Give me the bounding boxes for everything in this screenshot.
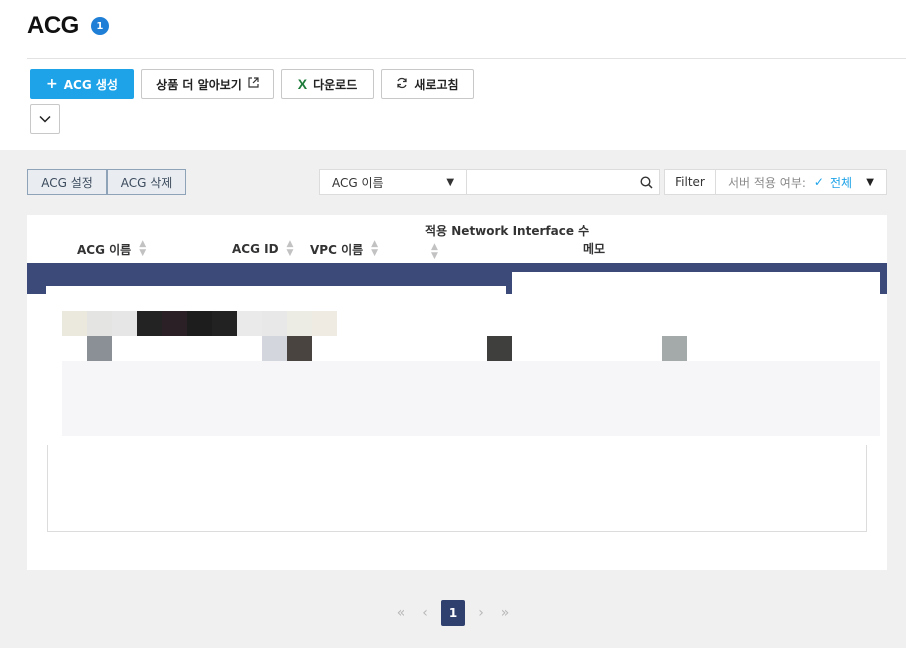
- column-header-nic-count[interactable]: 적용 Network Interface 수 ▲ ▼: [425, 222, 589, 261]
- refresh-label: 새로고침: [414, 77, 459, 92]
- page-header: ACG 1 + ACG 생성 상품 더 알아보기 X 다운로드 새로고침: [0, 0, 906, 150]
- column-label: ACG 이름: [77, 242, 132, 257]
- column-label: ACG ID: [232, 242, 279, 256]
- server-apply-filter[interactable]: 서버 적용 여부: ✓ 전체 ▼: [716, 169, 887, 195]
- redacted-block: [87, 336, 112, 361]
- column-header-vpc-name[interactable]: VPC 이름 ▲ ▼: [310, 240, 378, 258]
- sort-icon: ▲ ▼: [371, 239, 379, 258]
- search-bar: ACG 이름 ▼: [319, 169, 660, 195]
- redacted-block: [662, 336, 687, 361]
- refresh-icon: [396, 77, 408, 92]
- filter-value: 전체: [829, 175, 853, 190]
- search-icon[interactable]: [633, 170, 659, 194]
- redacted-block: [487, 336, 512, 361]
- plus-icon: +: [46, 76, 58, 92]
- redacted-block: [287, 336, 312, 361]
- first-page-icon[interactable]: «: [389, 600, 413, 626]
- caret-down-icon: ▼: [446, 176, 455, 188]
- table-detail-area: [62, 361, 880, 436]
- page-title: ACG: [27, 12, 79, 39]
- column-label: 메모: [583, 242, 606, 256]
- check-icon: ✓: [813, 175, 824, 189]
- sort-icon: ▲ ▼: [286, 239, 294, 258]
- create-acg-label: ACG 생성: [63, 77, 118, 92]
- redacted-blocks: [62, 311, 337, 336]
- learn-more-label: 상품 더 알아보기: [156, 77, 242, 92]
- search-input[interactable]: [467, 170, 634, 194]
- external-link-icon: [248, 77, 259, 91]
- acg-settings-button[interactable]: ACG 설정: [27, 169, 107, 195]
- sort-icon: ▲ ▼: [139, 239, 147, 258]
- chevron-down-icon: [39, 112, 51, 126]
- next-page-icon[interactable]: ›: [469, 600, 493, 626]
- column-header-acg-id[interactable]: ACG ID ▲ ▼: [232, 240, 293, 258]
- caret-down-icon: ▼: [866, 176, 874, 188]
- pagination: « ‹ 1 › »: [0, 600, 906, 626]
- acg-table: ACG 이름 ▲ ▼ ACG ID ▲ ▼ VPC 이름 ▲ ▼ 적용 Network…: [27, 215, 887, 570]
- refresh-button[interactable]: 새로고침: [381, 69, 474, 99]
- create-acg-button[interactable]: + ACG 생성: [30, 69, 134, 99]
- filter-button[interactable]: Filter: [664, 169, 716, 195]
- toolbar: + ACG 생성 상품 더 알아보기 X 다운로드 새로고침: [30, 69, 481, 99]
- last-page-icon[interactable]: »: [493, 600, 517, 626]
- column-label: 적용 Network Interface 수: [425, 224, 590, 238]
- filter-label: 서버 적용 여부:: [728, 175, 806, 190]
- count-badge: 1: [90, 17, 109, 35]
- redacted-block: [262, 336, 287, 361]
- download-label: 다운로드: [313, 77, 358, 92]
- acg-delete-button[interactable]: ACG 삭제: [107, 169, 186, 195]
- download-button[interactable]: X 다운로드: [281, 69, 374, 99]
- column-header-memo: 메모: [583, 240, 605, 257]
- search-field-select[interactable]: ACG 이름 ▼: [320, 170, 468, 194]
- excel-icon: X: [297, 76, 308, 92]
- prev-page-icon[interactable]: ‹: [413, 600, 437, 626]
- column-header-acg-name[interactable]: ACG 이름 ▲ ▼: [77, 240, 146, 258]
- collapse-button[interactable]: [30, 104, 60, 134]
- redacted-area: [512, 272, 880, 316]
- search-field-label: ACG 이름: [332, 175, 384, 190]
- title-row: ACG 1: [27, 12, 109, 40]
- column-label: VPC 이름: [310, 242, 364, 257]
- sort-icon: ▲ ▼: [431, 242, 438, 261]
- header-divider: [27, 58, 906, 59]
- acg-action-buttons: ACG 설정 ACG 삭제: [27, 169, 186, 195]
- page-current[interactable]: 1: [441, 600, 465, 626]
- learn-more-button[interactable]: 상품 더 알아보기: [141, 69, 274, 99]
- detail-panel: [47, 445, 867, 532]
